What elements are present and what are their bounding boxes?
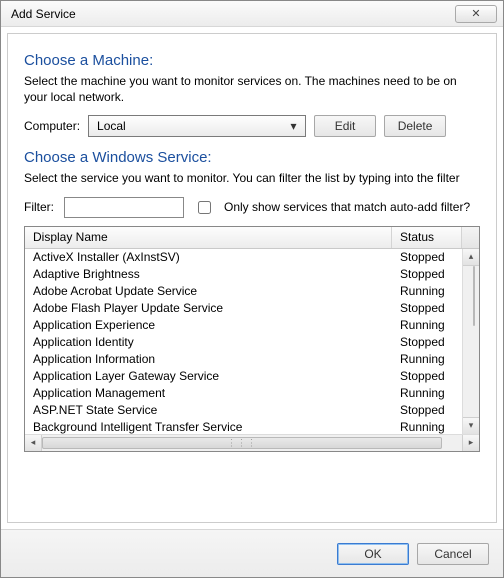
vscroll-thumb[interactable]: [473, 266, 475, 326]
table-row[interactable]: ASP.NET State ServiceStopped: [25, 402, 462, 419]
table-row[interactable]: Application InformationRunning: [25, 351, 462, 368]
dialog-footer: OK Cancel: [1, 529, 503, 577]
hscroll-track[interactable]: ⋮⋮⋮: [42, 435, 462, 451]
close-icon: ✕: [471, 7, 480, 20]
cell-name: Application Management: [25, 386, 392, 400]
dialog-content: Choose a Machine: Select the machine you…: [7, 33, 497, 523]
cell-status: Stopped: [392, 335, 462, 349]
cell-status: Running: [392, 318, 462, 332]
only-match-checkbox[interactable]: [198, 201, 211, 214]
cell-status: Stopped: [392, 267, 462, 281]
cell-status: Stopped: [392, 301, 462, 315]
cell-name: Adobe Flash Player Update Service: [25, 301, 392, 315]
ok-button-label: OK: [364, 547, 381, 561]
cell-status: Stopped: [392, 250, 462, 264]
table-row[interactable]: ActiveX Installer (AxInstSV)Stopped: [25, 249, 462, 266]
edit-button-label: Edit: [335, 119, 356, 133]
filter-label: Filter:: [24, 200, 54, 214]
cell-name: ActiveX Installer (AxInstSV): [25, 250, 392, 264]
scroll-down-button[interactable]: ▾: [463, 417, 479, 434]
column-header-name[interactable]: Display Name: [25, 227, 392, 248]
cell-status: Running: [392, 420, 462, 434]
table-row[interactable]: Application ManagementRunning: [25, 385, 462, 402]
table-row[interactable]: Application Layer Gateway ServiceStopped: [25, 368, 462, 385]
filter-input[interactable]: [64, 197, 184, 218]
cell-name: Application Identity: [25, 335, 392, 349]
titlebar: Add Service ✕: [1, 1, 503, 27]
table-row[interactable]: Adobe Acrobat Update ServiceRunning: [25, 283, 462, 300]
chevron-down-icon: ▾: [285, 119, 301, 133]
hscroll-thumb[interactable]: ⋮⋮⋮: [42, 437, 442, 449]
section-service-desc: Select the service you want to monitor. …: [24, 170, 480, 186]
scroll-up-button[interactable]: ▴: [463, 249, 479, 266]
cell-name: Application Information: [25, 352, 392, 366]
edit-button[interactable]: Edit: [314, 115, 376, 137]
cell-status: Stopped: [392, 403, 462, 417]
cell-name: Adaptive Brightness: [25, 267, 392, 281]
column-header-scroll-spacer: [462, 227, 479, 248]
delete-button-label: Delete: [398, 119, 433, 133]
cancel-button[interactable]: Cancel: [417, 543, 489, 565]
cancel-button-label: Cancel: [434, 547, 471, 561]
cell-name: Application Experience: [25, 318, 392, 332]
cell-name: Background Intelligent Transfer Service: [25, 420, 392, 434]
table-row[interactable]: Application IdentityStopped: [25, 334, 462, 351]
vertical-scrollbar[interactable]: ▴ ▾: [462, 249, 479, 434]
scroll-right-button[interactable]: ▸: [462, 435, 479, 451]
cell-name: ASP.NET State Service: [25, 403, 392, 417]
grid-body[interactable]: ActiveX Installer (AxInstSV)StoppedAdapt…: [25, 249, 462, 434]
cell-name: Adobe Acrobat Update Service: [25, 284, 392, 298]
only-match-label: Only show services that match auto-add f…: [224, 200, 470, 214]
table-row[interactable]: Adaptive BrightnessStopped: [25, 266, 462, 283]
cell-status: Running: [392, 352, 462, 366]
scroll-left-button[interactable]: ◂: [25, 435, 42, 451]
section-machine-desc: Select the machine you want to monitor s…: [24, 73, 480, 105]
cell-name: Application Layer Gateway Service: [25, 369, 392, 383]
section-machine-title: Choose a Machine:: [24, 52, 480, 69]
window-title: Add Service: [11, 7, 455, 21]
close-button[interactable]: ✕: [455, 5, 497, 23]
filter-row: Filter: Only show services that match au…: [24, 197, 480, 218]
computer-dropdown-value: Local: [97, 119, 126, 133]
computer-dropdown[interactable]: Local ▾: [88, 115, 306, 137]
cell-status: Running: [392, 386, 462, 400]
table-row[interactable]: Application ExperienceRunning: [25, 317, 462, 334]
grid-header: Display Name Status: [25, 227, 479, 249]
computer-label: Computer:: [24, 119, 80, 133]
cell-status: Stopped: [392, 369, 462, 383]
horizontal-scrollbar[interactable]: ◂ ⋮⋮⋮ ▸: [25, 434, 479, 451]
delete-button[interactable]: Delete: [384, 115, 446, 137]
column-header-status[interactable]: Status: [392, 227, 462, 248]
table-row[interactable]: Adobe Flash Player Update ServiceStopped: [25, 300, 462, 317]
computer-row: Computer: Local ▾ Edit Delete: [24, 115, 480, 137]
cell-status: Running: [392, 284, 462, 298]
ok-button[interactable]: OK: [337, 543, 409, 565]
services-grid: Display Name Status ActiveX Installer (A…: [24, 226, 480, 452]
section-service-title: Choose a Windows Service:: [24, 149, 480, 166]
table-row[interactable]: Background Intelligent Transfer ServiceR…: [25, 419, 462, 434]
